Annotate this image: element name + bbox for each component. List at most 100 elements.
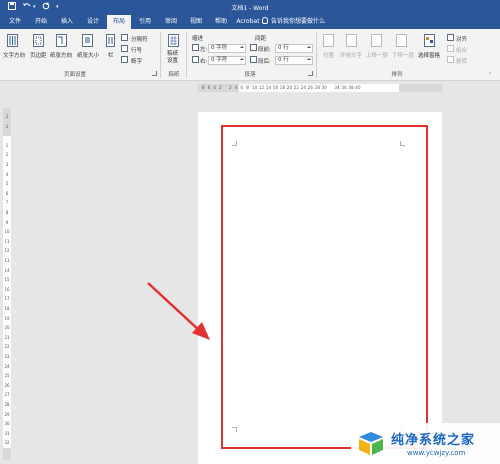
vertical-ruler-number: 9 [5,219,9,225]
align-icon [447,34,454,41]
selection-pane-icon [424,34,435,47]
text-direction-button[interactable]: 文字方向 [3,51,25,59]
breaks-button[interactable]: 分隔符 [131,35,148,43]
page-setup-label: 页面设置 [63,72,86,78]
vertical-ruler-number: 24 [4,363,10,369]
spacing-after-label: 段后: [258,59,271,65]
tell-me-text: 告诉我你想要做什么 [271,18,326,25]
wrap-text-icon [346,34,357,47]
tab-file[interactable]: 文件 [4,15,26,29]
group-separator [316,32,317,78]
rotate-icon [447,56,454,63]
collapse-ribbon-icon[interactable]: ⌃ [488,72,492,78]
tab-home[interactable]: 开始 [30,15,52,29]
margins-icon [33,34,44,47]
bring-forward-button[interactable]: 上移一层 [366,51,388,59]
indent-right-input[interactable]: 0 字符 [208,56,246,65]
group-separator [160,32,161,78]
vertical-ruler-number: 6 [5,190,9,196]
bring-forward-icon [371,34,382,47]
vertical-ruler-number: 14 [4,267,10,273]
vertical-ruler-number: 23 [4,354,10,359]
hyphenation-button[interactable]: 断字 [131,57,142,65]
group-button[interactable]: 组合 [456,46,467,54]
vertical-ruler-number: 30 [4,421,10,427]
vertical-ruler-number: 15 [4,277,10,283]
orientation-button[interactable]: 纸张方向 [50,51,72,59]
hyphenation-icon [121,56,128,63]
vertical-ruler-number: 1 [5,123,9,129]
vertical-ruler-number: 13 [4,258,10,263]
tab-design[interactable]: 设计 [82,15,104,29]
line-numbers-icon [121,45,128,52]
lightbulb-icon [262,17,268,24]
send-backward-icon [396,34,407,47]
size-icon [82,34,93,47]
spacing-before-input[interactable]: 0 行 [275,44,313,53]
size-button[interactable]: 纸张大小 [77,51,99,59]
send-backward-button[interactable]: 下移一层 [392,51,414,59]
indent-left-label: 左: [200,47,208,53]
indent-left-input[interactable]: 0 字符 [208,44,246,53]
watermark-url: www.ycwjzy.com [407,449,466,457]
spacing-after-input[interactable]: 0 行 [275,56,313,65]
columns-icon [106,34,115,47]
vertical-ruler-number: 4 [5,171,9,177]
vertical-ruler-number: 28 [4,402,10,407]
rotate-button[interactable]: 旋转 [456,57,467,65]
tell-me-search[interactable]: 告诉我你想要做什么 [262,15,325,29]
vertical-ruler-number: 5 [5,181,9,187]
spacing-before-icon [250,44,257,51]
group-icon [447,45,454,52]
vertical-ruler-number: 10 [4,229,10,235]
columns-button[interactable]: 栏 [108,51,114,59]
manuscript-settings-button[interactable]: 稿纸 设置 [167,51,178,65]
tab-layout[interactable]: 布局 [107,15,131,29]
vertical-ruler-number: 21 [4,334,10,340]
spacing-header: 间距 [255,36,267,42]
wrap-text-button[interactable]: 环绕文字 [340,51,362,59]
vertical-ruler-number: 27 [4,392,10,398]
paragraph-launcher-icon[interactable] [308,71,313,76]
vertical-ruler[interactable]: 2 1 1 2 3 4 5 6 7 8 9 10 11 12 13 14 15 16 17 18 19 20 21 22 23 2… [3,108,11,460]
highlight-frame [221,125,428,449]
align-button[interactable]: 对齐 [456,35,467,43]
title-bar: ▾ ▾ 文档1 - Word [0,0,500,15]
vertical-ruler-number: 31 [4,430,10,436]
page-setup-launcher-icon[interactable] [152,71,157,76]
watermark-text: 纯净系统之家 [391,433,476,448]
vertical-ruler-number: 20 [4,325,10,331]
watermark-logo-icon [359,432,383,455]
tab-acrobat[interactable]: Acrobat [233,15,263,29]
vertical-ruler-number: 26 [4,382,10,388]
line-numbers-button[interactable]: 行号 [131,46,142,54]
orientation-icon [56,34,67,47]
vertical-ruler-number: 22 [4,344,10,350]
spacing-before-label: 段前: [258,47,271,53]
vertical-ruler-number: 19 [4,315,10,321]
vertical-ruler-number: 3 [5,162,9,167]
position-icon [323,34,334,47]
margins-button[interactable]: 页边距 [30,51,47,59]
vertical-ruler-number: 32 [4,440,10,446]
vertical-ruler-number: 18 [4,306,10,311]
ribbon: 文字方向 页边距 纸张方向 纸张大小 栏 分隔符 行号 断字 页面设置 稿纸 设… [0,29,500,81]
tab-review[interactable]: 审阅 [160,15,182,29]
watermark: 纯净系统之家 www.ycwjzy.com [351,423,500,464]
manuscript-label: 稿纸 [168,72,180,78]
tab-view[interactable]: 视图 [185,15,207,29]
vertical-ruler-number: 8 [5,210,9,215]
indent-header: 缩进 [192,36,204,42]
position-button[interactable]: 位置 [323,51,334,59]
spacing-after-icon [250,56,257,63]
horizontal-ruler[interactable]: 8 6 4 2 2 4 6 8 10 12 14 16 18 20 22 24 … [198,84,442,92]
tab-references[interactable]: 引用 [134,15,156,29]
vertical-ruler-number: 2 [5,114,9,119]
selection-pane-button[interactable]: 选择窗格 [418,51,440,59]
vertical-ruler-number: 7 [5,200,9,206]
vertical-ruler-number: 29 [4,411,10,417]
horizontal-ruler-area: 8 6 4 2 2 4 6 8 10 12 14 16 18 20 22 24 … [0,82,500,94]
window-title: 文档1 - Word [231,5,269,12]
tab-insert[interactable]: 插入 [56,15,78,29]
tab-help[interactable]: 帮助 [210,15,232,29]
